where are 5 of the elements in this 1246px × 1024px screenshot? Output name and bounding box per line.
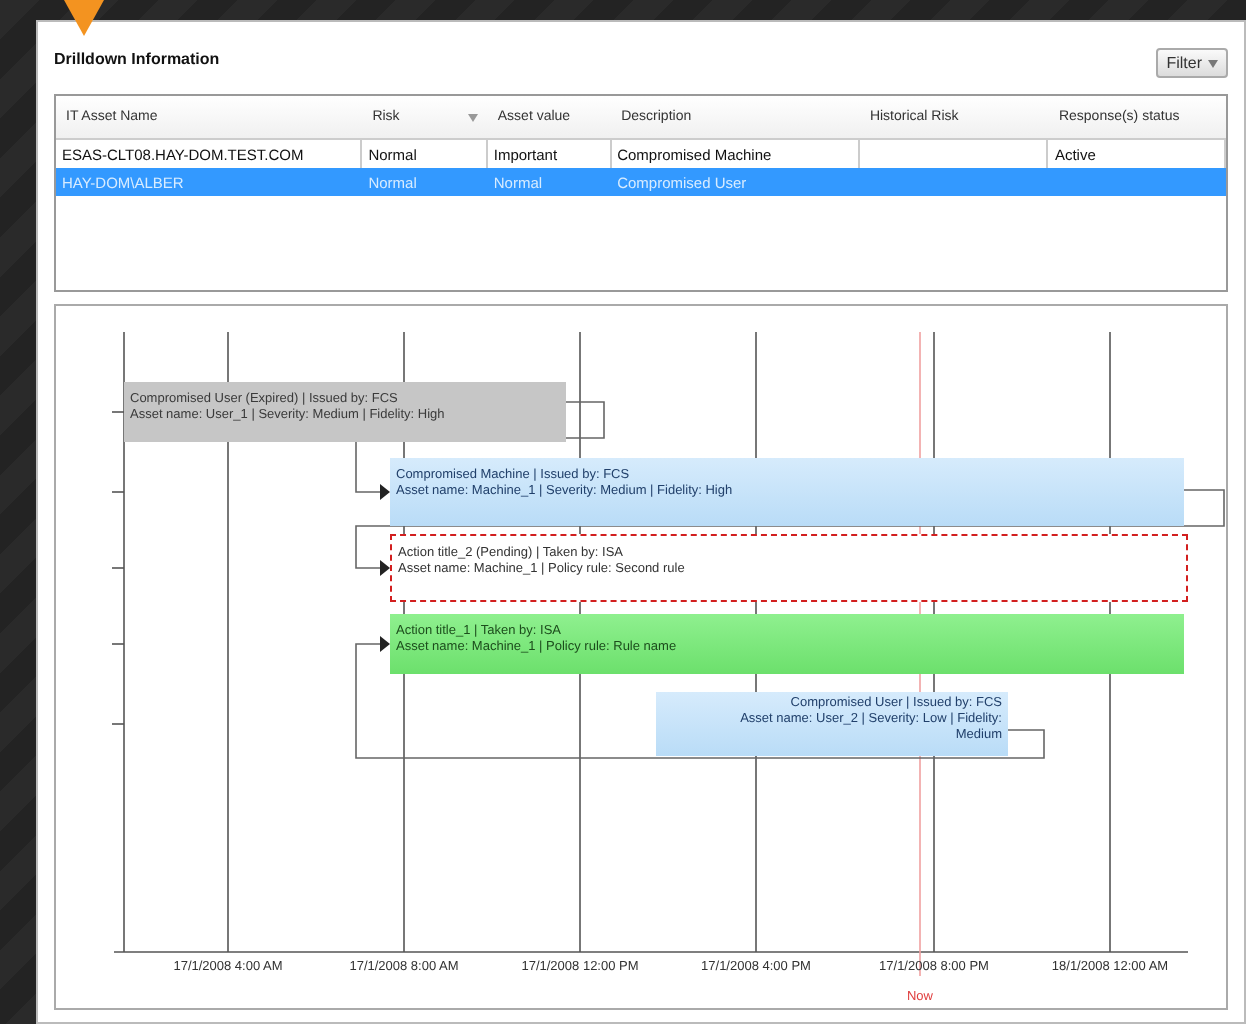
sort-icon <box>467 113 478 121</box>
pointer-icon <box>64 0 104 36</box>
filter-button[interactable]: Filter <box>1156 48 1228 78</box>
caret-icon <box>1208 59 1218 67</box>
panel-title: Drilldown Information <box>54 50 220 68</box>
